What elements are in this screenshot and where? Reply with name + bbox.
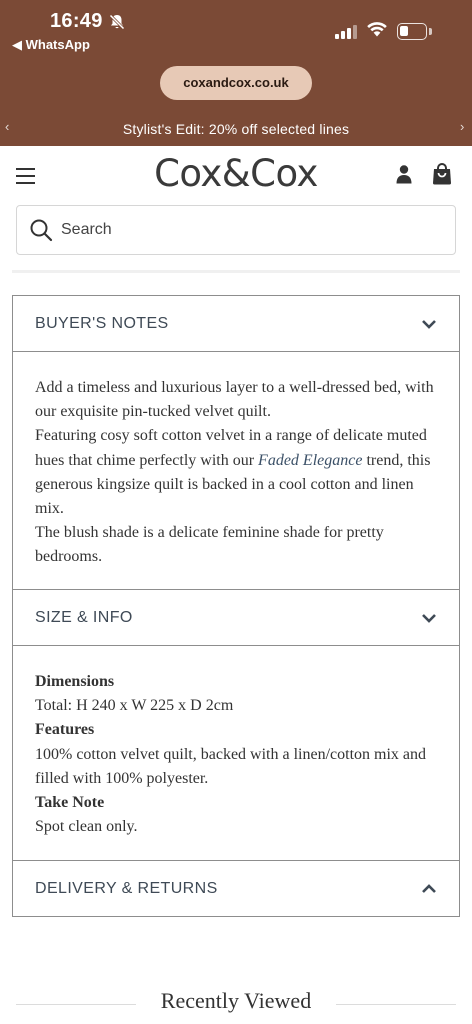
size-info-header[interactable]: SIZE & INFO — [13, 590, 461, 646]
browser-chrome: 16:49 ◀ WhatsApp coxandcox.co.uk ‹ Styli… — [0, 0, 472, 146]
search-icon — [30, 219, 53, 242]
divider — [13, 351, 459, 352]
buyers-notes-paragraph: Featuring cosy soft cotton velvet in a r… — [35, 424, 445, 521]
take-note-heading: Take Note — [35, 794, 105, 812]
back-to-whatsapp[interactable]: ◀ WhatsApp — [12, 37, 90, 53]
url-bar[interactable]: coxandcox.co.uk — [160, 66, 312, 100]
buyers-notes-title: BUYER'S NOTES — [35, 315, 169, 332]
buyers-notes-content: Add a timeless and luxurious layer to a … — [35, 376, 445, 570]
recently-viewed-rule-right — [336, 1004, 456, 1005]
chevron-down-icon — [422, 320, 436, 329]
battery-icon — [397, 23, 427, 40]
header-divider — [12, 270, 460, 273]
promo-next-button[interactable]: › — [460, 119, 464, 134]
search-bar[interactable] — [16, 205, 456, 255]
take-note-value: Spot clean only. — [35, 818, 138, 836]
buyers-notes-paragraph: The blush shade is a delicate feminine s… — [35, 524, 384, 566]
shopping-bag-icon[interactable] — [431, 162, 453, 186]
chevron-up-icon — [422, 884, 436, 893]
divider — [13, 645, 459, 646]
dimensions-heading: Dimensions — [35, 673, 115, 690]
bell-slash-icon — [109, 14, 125, 30]
delivery-returns-title: DELIVERY & RETURNS — [35, 880, 218, 897]
size-info-title: SIZE & INFO — [35, 609, 133, 626]
features-value: 100% cotton velvet quilt, backed with a … — [35, 745, 427, 787]
chevron-down-icon — [422, 614, 436, 623]
promo-banner-text[interactable]: Stylist's Edit: 20% off selected lines — [0, 121, 472, 137]
cellular-signal-icon — [335, 25, 357, 39]
site-header: Cox&Cox — [0, 146, 472, 204]
delivery-returns-header[interactable]: DELIVERY & RETURNS — [13, 861, 461, 917]
buyers-notes-paragraph: Add a timeless and luxurious layer to a … — [35, 379, 434, 421]
account-icon[interactable] — [394, 164, 414, 184]
status-time: 16:49 — [50, 10, 103, 32]
recently-viewed-title: Recently Viewed — [160, 988, 312, 1013]
search-input[interactable] — [61, 207, 441, 253]
wifi-icon — [367, 22, 387, 37]
size-info-content: Dimensions Total: H 240 x W 225 x D 2cm … — [35, 670, 445, 839]
product-details-accordion: BUYER'S NOTES Add a timeless and luxurio… — [12, 295, 460, 917]
faded-elegance-link[interactable]: Faded Elegance — [258, 452, 362, 469]
battery-cap — [429, 28, 432, 35]
features-heading: Features — [35, 721, 95, 739]
buyers-notes-header[interactable]: BUYER'S NOTES — [13, 296, 461, 352]
dimensions-value: Total: H 240 x W 225 x D 2cm — [35, 697, 234, 715]
